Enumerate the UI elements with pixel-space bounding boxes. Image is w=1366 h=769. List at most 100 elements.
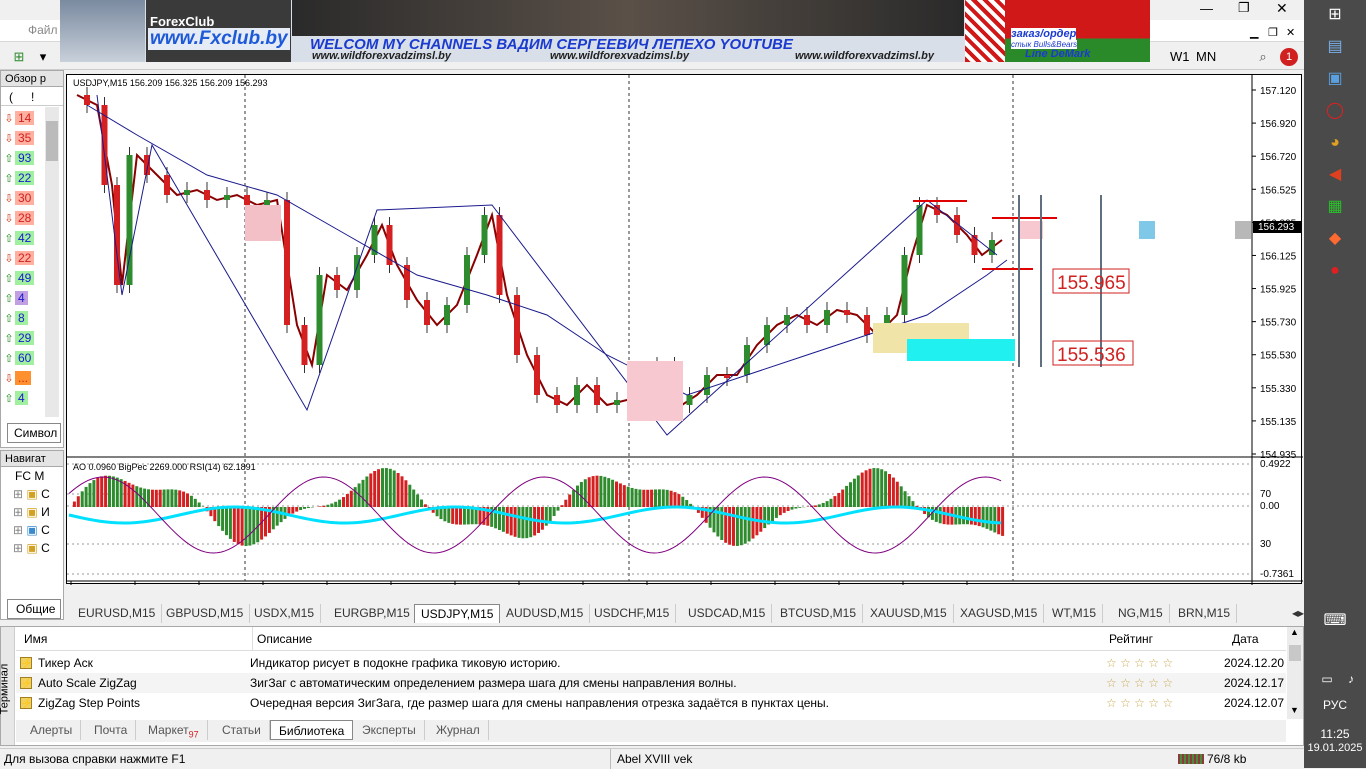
record-icon[interactable]: ●: [1320, 258, 1350, 284]
nav-item-3[interactable]: ⊞ ▣ С: [13, 523, 50, 537]
child-minimize-icon[interactable]: ▁: [1250, 26, 1258, 39]
market-row[interactable]: ⇧60: [3, 349, 41, 367]
scroll-down-icon[interactable]: ▼: [1290, 705, 1299, 715]
terminal-tab[interactable]: Эксперты: [354, 720, 425, 740]
market-row[interactable]: ⇩14: [3, 109, 41, 127]
arrow-up-icon: ⇧: [3, 270, 15, 288]
app-icon-1[interactable]: ▣: [1320, 66, 1350, 92]
market-row[interactable]: ⇧49: [3, 269, 41, 287]
ao-bar: [771, 507, 774, 521]
restore-icon[interactable]: ❐: [1238, 0, 1250, 16]
close-icon[interactable]: ✕: [1276, 0, 1288, 17]
scroll-up-icon[interactable]: ▲: [1290, 627, 1299, 637]
market-col-b[interactable]: !: [31, 90, 34, 104]
market-row[interactable]: ⇧4: [3, 389, 41, 407]
market-row[interactable]: ⇧8: [3, 309, 41, 327]
keyboard-icon[interactable]: ⌨: [1320, 608, 1350, 634]
ao-bar: [252, 507, 255, 544]
chart-window[interactable]: 157.120156.920156.720156.525156.325156.1…: [66, 74, 1302, 584]
col-rating[interactable]: Рейтинг: [1109, 627, 1153, 651]
ao-bar: [728, 507, 731, 545]
candle-body: [804, 315, 810, 325]
market-row[interactable]: ⇧4: [3, 289, 41, 307]
notification-badge[interactable]: 1: [1280, 48, 1298, 66]
windows-start-icon[interactable]: ⊞: [1320, 2, 1350, 28]
chart-tab[interactable]: WT,M15: [1046, 604, 1103, 623]
navigator-common-tab[interactable]: Общие: [7, 599, 61, 619]
market-row[interactable]: ⇩28: [3, 209, 41, 227]
chart-tab[interactable]: USDX,M15: [248, 604, 321, 623]
library-row[interactable]: ⚡ZigZag Step PointsОчередная версия ЗигЗ…: [16, 693, 1286, 713]
market-scroll-thumb[interactable]: [46, 121, 58, 161]
col-date[interactable]: Дата: [1232, 627, 1259, 651]
nav-root[interactable]: FC M: [15, 469, 44, 483]
status-profile[interactable]: Abel XVIII vek: [610, 749, 692, 769]
chart-tab[interactable]: USDCHF,M15: [588, 604, 676, 623]
chart-tab[interactable]: XAGUSD,M15: [954, 604, 1044, 623]
banner-photo: [60, 0, 145, 62]
library-row[interactable]: ⚡Тикер АскИндикатор рисует в подокне гра…: [16, 653, 1286, 673]
calculator-icon[interactable]: ▦: [1320, 194, 1350, 220]
status-help: Для вызова справки нажмите F1: [4, 749, 185, 769]
chart-tab[interactable]: BTCUSD,M15: [774, 604, 863, 623]
chart-tab[interactable]: BRN,M15: [1172, 604, 1237, 623]
market-row[interactable]: ⇩22: [3, 249, 41, 267]
clock-date[interactable]: 19.01.2025: [1304, 742, 1366, 754]
minimize-icon[interactable]: —: [1200, 1, 1213, 16]
clock-time[interactable]: 11:25: [1304, 727, 1366, 741]
market-row[interactable]: ⇩30: [3, 189, 41, 207]
ao-bar: [459, 507, 462, 525]
chart-tab[interactable]: USDCAD,M15: [682, 604, 772, 623]
search-icon[interactable]: ⌕: [1254, 48, 1272, 66]
volume-icon[interactable]: ♪: [1336, 666, 1366, 692]
market-row[interactable]: ⇩...: [3, 369, 41, 387]
speaker-icon[interactable]: ◀: [1320, 162, 1350, 188]
explorer-icon[interactable]: ▤: [1320, 34, 1350, 60]
child-close-icon[interactable]: ✕: [1286, 26, 1295, 39]
child-restore-icon[interactable]: ❐: [1268, 26, 1278, 39]
ad-banner[interactable]: ForexClub www.Fxclub.by WELCOM MY CHANNE…: [60, 0, 1150, 62]
terminal-tab[interactable]: Алерты: [22, 720, 81, 740]
market-scrollbar[interactable]: [45, 107, 59, 417]
market-row[interactable]: ⇧42: [3, 229, 41, 247]
chart-tab[interactable]: XAUUSD,M15: [864, 604, 954, 623]
dropdown-icon[interactable]: ▾: [34, 48, 52, 66]
ao-bar: [463, 507, 466, 525]
market-row[interactable]: ⇧93: [3, 149, 41, 167]
market-col-a[interactable]: (: [9, 90, 13, 104]
chart-tab[interactable]: USDJPY,M15: [414, 604, 500, 623]
chart-tab[interactable]: AUDUSD,M15: [500, 604, 590, 623]
terminal-tab[interactable]: Библиотека: [270, 720, 353, 740]
anydesk-icon[interactable]: ◆: [1320, 226, 1350, 252]
chart-canvas[interactable]: 157.120156.920156.720156.525156.325156.1…: [67, 75, 1303, 585]
nav-item-1[interactable]: ⊞ ▣ C: [13, 487, 50, 501]
menu-file[interactable]: Файл: [28, 23, 58, 37]
chart-tab[interactable]: EURUSD,M15: [72, 604, 162, 623]
terminal-tab[interactable]: Маркет97: [140, 720, 208, 740]
language-indicator[interactable]: РУС: [1304, 698, 1366, 712]
paint-icon[interactable]: ◕: [1320, 130, 1350, 156]
library-row[interactable]: ⚡Auto Scale ZigZagЗигЗаг с автоматически…: [16, 673, 1286, 693]
terminal-scrollbar[interactable]: ▲ ▼: [1287, 627, 1303, 719]
chart-tab[interactable]: NG,M15: [1112, 604, 1170, 623]
chart-tab[interactable]: GBPUSD,M15: [160, 604, 250, 623]
timeframe-mn[interactable]: MN: [1196, 48, 1216, 66]
col-desc[interactable]: Описание: [252, 627, 312, 651]
col-name[interactable]: Имя: [24, 627, 47, 651]
candle-body: [902, 255, 908, 315]
nav-item-2[interactable]: ⊞ ▣ И: [13, 505, 50, 519]
nav-item-4[interactable]: ⊞ ▣ С: [13, 541, 50, 555]
market-row[interactable]: ⇧22: [3, 169, 41, 187]
market-row[interactable]: ⇩35: [3, 129, 41, 147]
symbol-tab[interactable]: Символ: [7, 423, 61, 443]
banner-forexclub: ForexClub www.Fxclub.by: [146, 0, 291, 62]
market-row[interactable]: ⇧29: [3, 329, 41, 347]
timeframe-w1[interactable]: W1: [1170, 48, 1190, 66]
terminal-scroll-thumb[interactable]: [1289, 645, 1301, 661]
terminal-tab[interactable]: Статьи: [214, 720, 270, 740]
opera-icon[interactable]: ◯: [1320, 98, 1350, 124]
terminal-tab[interactable]: Почта: [86, 720, 136, 740]
new-chart-icon[interactable]: ⊞: [10, 48, 28, 66]
terminal-tab[interactable]: Журнал: [428, 720, 489, 740]
chart-tab[interactable]: EURGBP,M15: [328, 604, 417, 623]
